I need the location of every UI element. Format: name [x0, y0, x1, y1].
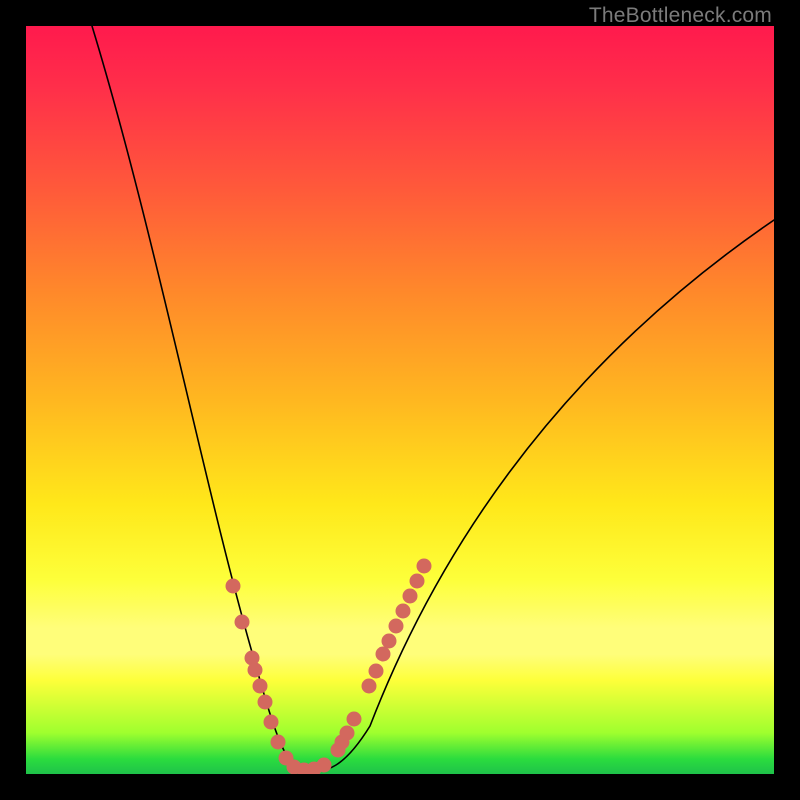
- chart-frame: TheBottleneck.com: [0, 0, 800, 800]
- marker-point: [410, 574, 425, 589]
- marker-point: [417, 559, 432, 574]
- marker-point: [264, 715, 279, 730]
- marker-point: [271, 735, 286, 750]
- marker-point: [389, 619, 404, 634]
- marker-point: [376, 647, 391, 662]
- marker-point: [226, 579, 241, 594]
- marker-point: [317, 758, 332, 773]
- marker-point: [340, 726, 355, 741]
- marker-point: [382, 634, 397, 649]
- marker-point: [253, 679, 268, 694]
- marker-point: [362, 679, 377, 694]
- bottleneck-markers: [226, 559, 432, 775]
- marker-point: [403, 589, 418, 604]
- bottleneck-curve: [92, 26, 774, 771]
- chart-svg: [26, 26, 774, 774]
- marker-point: [248, 663, 263, 678]
- marker-point: [396, 604, 411, 619]
- marker-point: [369, 664, 384, 679]
- watermark-text: TheBottleneck.com: [589, 4, 772, 28]
- marker-point: [347, 712, 362, 727]
- marker-point: [258, 695, 273, 710]
- marker-point: [235, 615, 250, 630]
- plot-area: [26, 26, 774, 774]
